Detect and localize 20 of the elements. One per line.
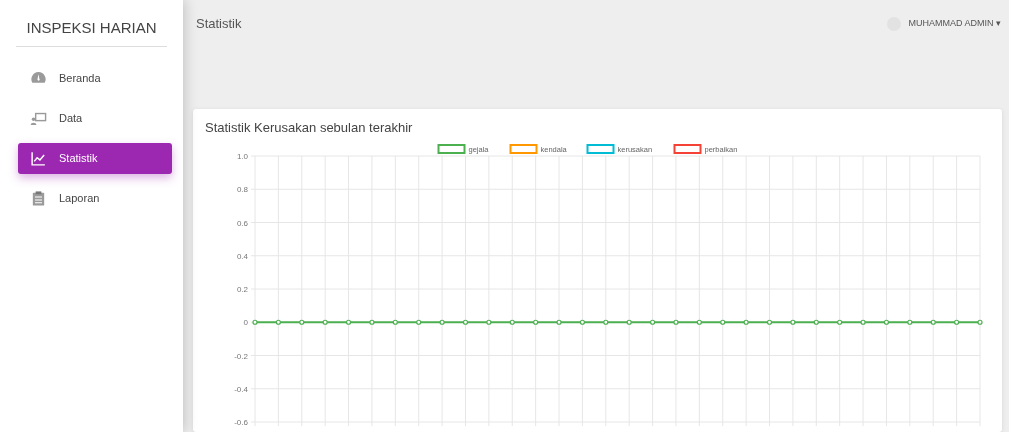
app-title: INSPEKSI HARIAN — [25, 18, 158, 32]
line-chart-icon — [30, 150, 47, 167]
card-title: Statistik Kerusakan sebulan terakhir — [205, 119, 414, 137]
clipboard-icon — [30, 190, 47, 207]
y-tick-label: 0.4 — [236, 251, 248, 261]
y-tick-label: 1.0 — [236, 152, 248, 161]
sidebar-item[interactable]: Statistik — [18, 143, 172, 174]
y-tick-label: -0.6 — [234, 418, 248, 427]
sidebar-item[interactable]: Beranda — [18, 63, 172, 94]
page-title: Statistik — [196, 15, 242, 34]
sidebar-item[interactable]: Laporan — [18, 183, 172, 214]
user-menu[interactable]: MUHAMMAD ADMIN ▾ — [908, 17, 1001, 31]
y-tick-label: 0 — [243, 318, 248, 328]
y-tick-label: -0.4 — [234, 384, 248, 394]
y-tick-label: -0.2 — [234, 351, 248, 361]
y-tick-label: 0.6 — [236, 218, 248, 228]
y-tick-label: 0.2 — [236, 285, 248, 294]
presentation-icon — [30, 110, 47, 127]
sidebar-item[interactable]: Data — [18, 103, 172, 134]
y-tick-label: 0.8 — [236, 185, 248, 195]
